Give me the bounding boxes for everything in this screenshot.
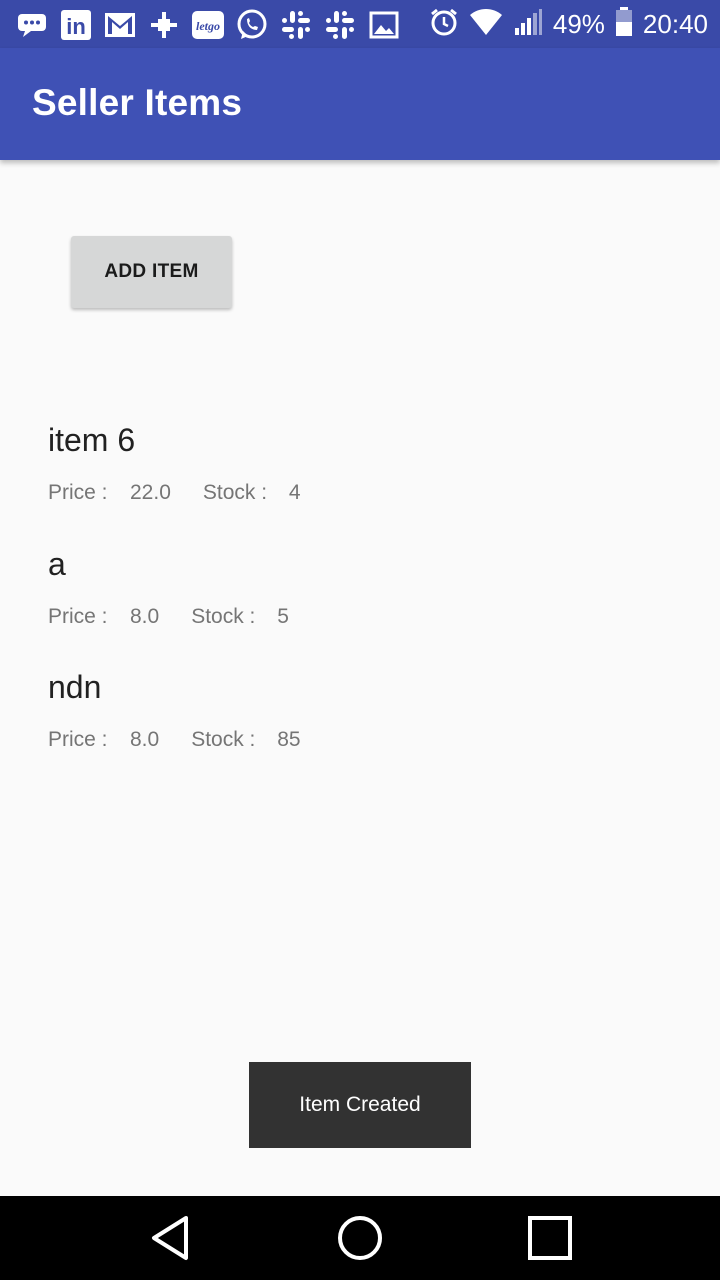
letgo-icon: letgo	[192, 9, 224, 41]
chat-bubble-icon	[16, 9, 48, 41]
svg-text:in: in	[66, 14, 86, 39]
price-label: Price :	[48, 481, 108, 504]
list-item[interactable]: a Price : 8.0 Stock : 5	[48, 546, 289, 630]
home-icon[interactable]	[332, 1210, 388, 1266]
notification-icons: in letgo	[16, 8, 400, 42]
status-bar: in letgo 49% 20:40	[0, 0, 720, 48]
svg-text:letgo: letgo	[196, 19, 220, 33]
battery-percent: 49%	[552, 8, 605, 39]
price-label: Price :	[48, 605, 108, 628]
item-details: Price : 8.0 Stock : 85	[48, 727, 301, 753]
signal-icon	[513, 8, 543, 41]
back-icon[interactable]	[142, 1210, 198, 1266]
toast-message: Item Created	[249, 1062, 471, 1148]
price-value: 22.0	[130, 481, 171, 504]
stock-value: 4	[288, 481, 301, 504]
gmail-icon	[104, 9, 136, 41]
page-title: Seller Items	[32, 82, 243, 123]
list-item[interactable]: item 6 Price : 22.0 Stock : 4	[48, 422, 301, 506]
stock-value: 85	[277, 728, 301, 751]
plus-cross-icon	[148, 9, 180, 41]
price-value: 8.0	[130, 728, 160, 751]
navigation-bar	[0, 1196, 720, 1280]
clock: 20:40	[642, 8, 708, 39]
stock-label: Stock :	[202, 481, 268, 504]
app-bar: Seller Items	[0, 48, 720, 160]
recents-icon[interactable]	[522, 1210, 578, 1266]
price-label: Price :	[48, 728, 108, 751]
slack-icon	[280, 9, 312, 41]
stock-label: Stock :	[191, 605, 256, 628]
battery-icon	[615, 6, 633, 42]
alarm-icon	[429, 7, 459, 42]
status-indicators: 49% 20:40	[429, 0, 708, 48]
stock-value: 5	[277, 605, 289, 628]
wifi-icon	[469, 8, 503, 41]
whatsapp-icon	[236, 9, 268, 41]
add-item-button[interactable]: ADD ITEM	[71, 236, 232, 308]
stock-label: Stock :	[191, 728, 256, 751]
item-name: a	[48, 546, 66, 582]
item-details: Price : 8.0 Stock : 5	[48, 604, 289, 630]
item-name: item 6	[48, 422, 136, 458]
image-icon	[368, 9, 400, 41]
linkedin-icon: in	[60, 9, 92, 41]
item-details: Price : 22.0 Stock : 4	[48, 480, 301, 506]
item-name: ndn	[48, 669, 102, 705]
price-value: 8.0	[130, 605, 160, 628]
slack-icon	[324, 9, 356, 41]
list-item[interactable]: ndn Price : 8.0 Stock : 85	[48, 669, 301, 753]
